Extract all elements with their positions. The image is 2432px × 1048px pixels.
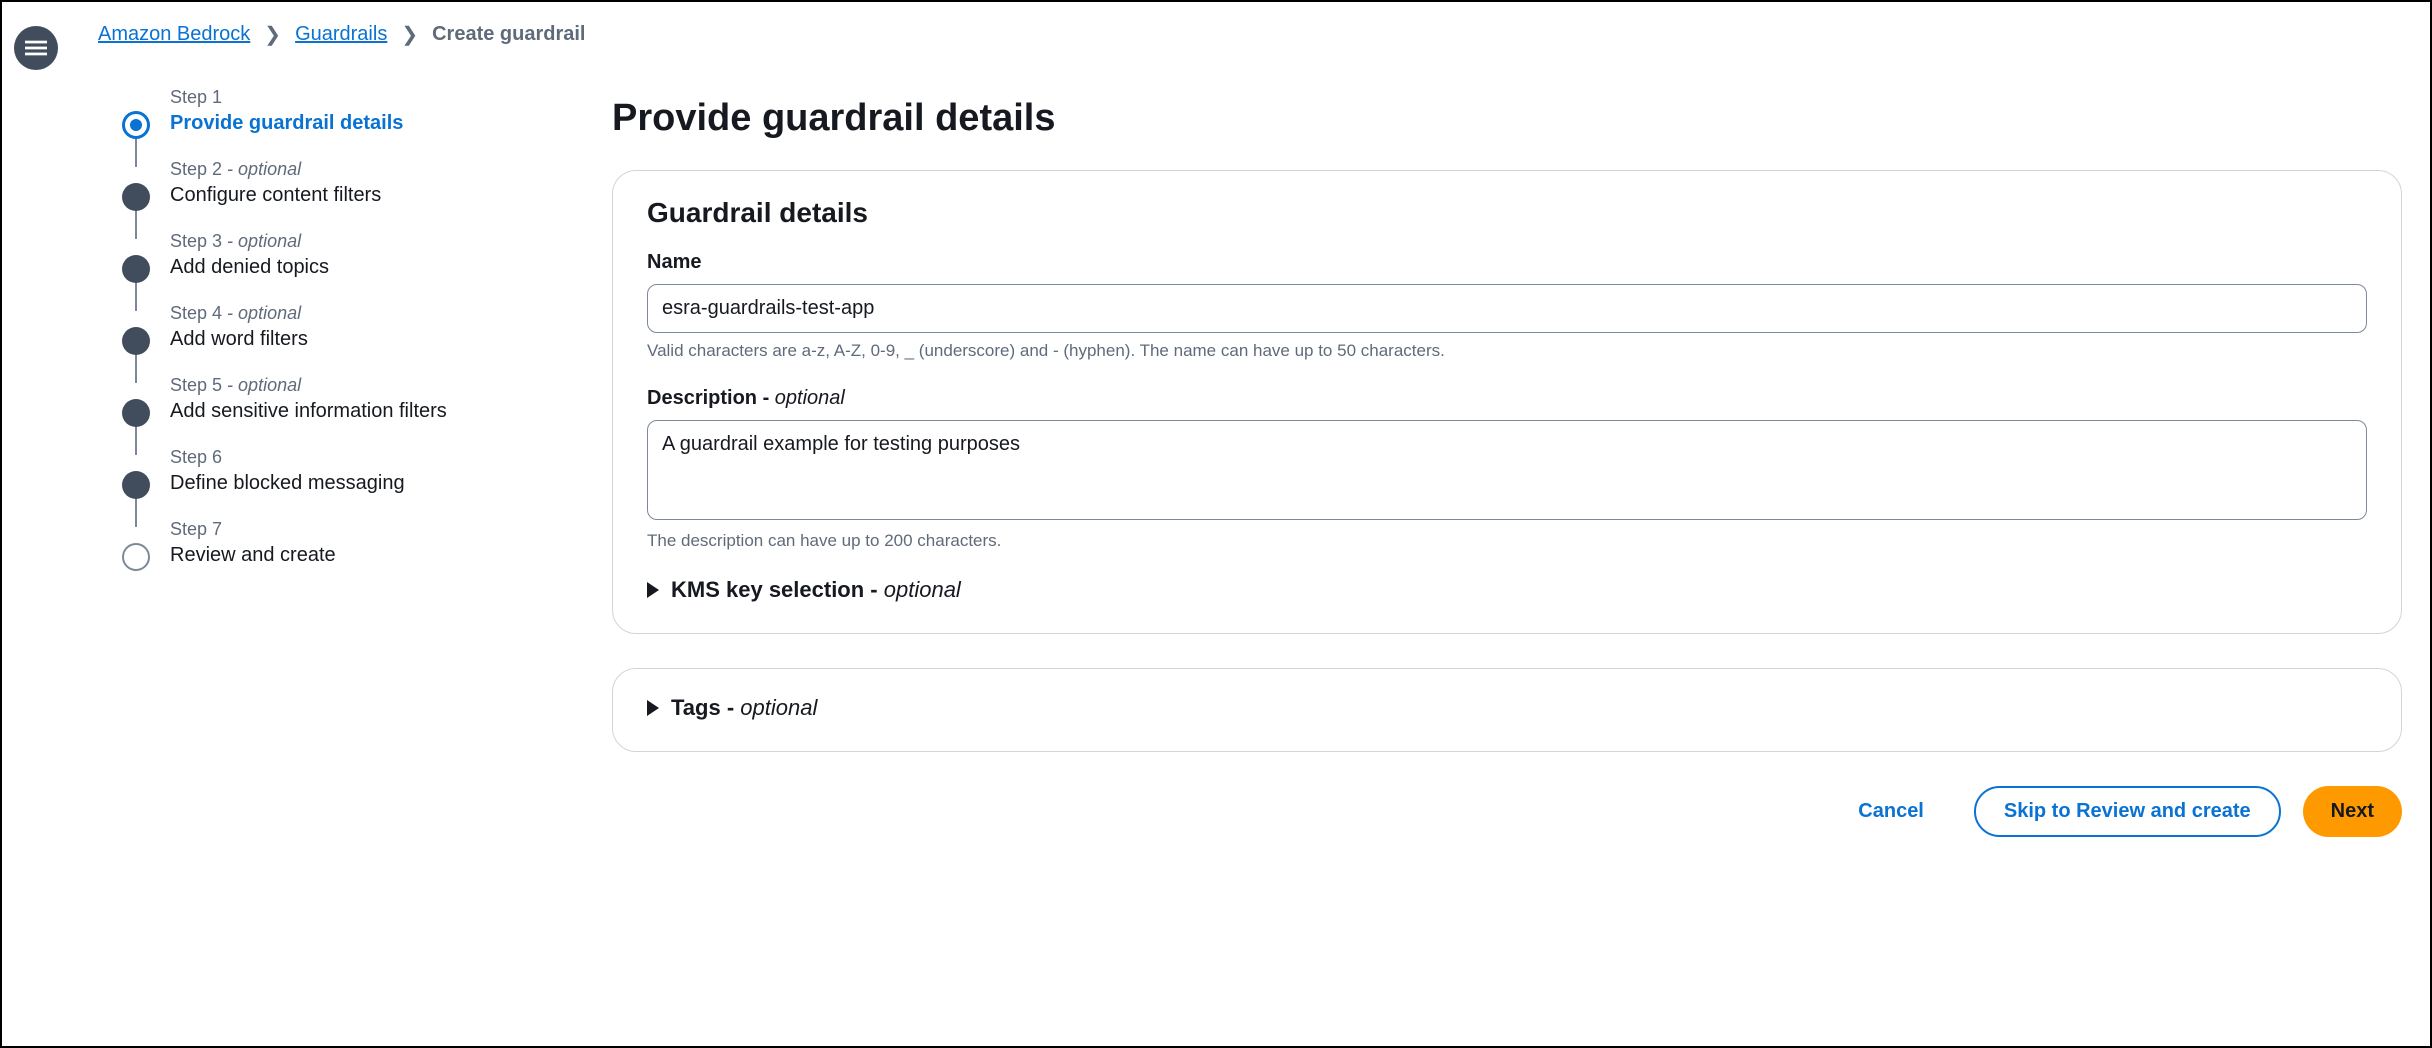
wizard-step-label: Step 7 bbox=[170, 519, 552, 540]
wizard-step-indicator-icon bbox=[122, 111, 150, 139]
wizard-step-title: Review and create bbox=[170, 544, 552, 567]
next-button[interactable]: Next bbox=[2303, 786, 2402, 837]
breadcrumb-link-bedrock[interactable]: Amazon Bedrock bbox=[98, 23, 250, 46]
wizard-step-4[interactable]: Step 4 - optional Add word filters bbox=[122, 303, 552, 375]
main-content: Provide guardrail details Guardrail deta… bbox=[612, 87, 2402, 837]
hamburger-menu-button[interactable] bbox=[14, 26, 58, 70]
wizard-step-indicator-icon bbox=[122, 471, 150, 499]
chevron-right-icon: ❯ bbox=[264, 22, 281, 47]
triangle-right-icon bbox=[647, 700, 659, 716]
page-title: Provide guardrail details bbox=[612, 97, 2402, 140]
panel-title: Guardrail details bbox=[647, 197, 2367, 229]
description-field: Description - optional The description c… bbox=[647, 387, 2367, 551]
description-input[interactable] bbox=[647, 420, 2367, 520]
name-field: Name Valid characters are a-z, A-Z, 0-9,… bbox=[647, 251, 2367, 361]
wizard-step-label: Step 5 - optional bbox=[170, 375, 552, 396]
wizard-step-label: Step 3 - optional bbox=[170, 231, 552, 252]
wizard-step-1[interactable]: Step 1 Provide guardrail details bbox=[122, 87, 552, 159]
hamburger-icon bbox=[25, 37, 47, 59]
cancel-button[interactable]: Cancel bbox=[1830, 786, 1952, 837]
wizard-step-title: Add denied topics bbox=[170, 256, 552, 279]
tags-expandable[interactable]: Tags - optional bbox=[647, 695, 2367, 721]
wizard-step-title: Provide guardrail details bbox=[170, 112, 552, 135]
skip-to-review-button[interactable]: Skip to Review and create bbox=[1974, 786, 2281, 837]
wizard-step-3[interactable]: Step 3 - optional Add denied topics bbox=[122, 231, 552, 303]
breadcrumb: Amazon Bedrock ❯ Guardrails ❯ Create gua… bbox=[98, 22, 2402, 47]
wizard-step-title: Add sensitive information filters bbox=[170, 400, 552, 423]
name-input[interactable] bbox=[647, 284, 2367, 333]
description-help-text: The description can have up to 200 chara… bbox=[647, 531, 2367, 551]
description-label: Description - optional bbox=[647, 387, 2367, 410]
wizard-step-title: Add word filters bbox=[170, 328, 552, 351]
triangle-right-icon bbox=[647, 582, 659, 598]
wizard-step-5[interactable]: Step 5 - optional Add sensitive informati… bbox=[122, 375, 552, 447]
wizard-nav: Step 1 Provide guardrail details Step 2 - … bbox=[122, 87, 552, 591]
wizard-step-label: Step 2 - optional bbox=[170, 159, 552, 180]
name-help-text: Valid characters are a-z, A-Z, 0-9, _ (u… bbox=[647, 341, 2367, 361]
wizard-step-title: Define blocked messaging bbox=[170, 472, 552, 495]
breadcrumb-current: Create guardrail bbox=[432, 23, 585, 46]
wizard-step-2[interactable]: Step 2 - optional Configure content filte… bbox=[122, 159, 552, 231]
wizard-step-6[interactable]: Step 6 Define blocked messaging bbox=[122, 447, 552, 519]
wizard-step-label: Step 4 - optional bbox=[170, 303, 552, 324]
wizard-step-title: Configure content filters bbox=[170, 184, 552, 207]
chevron-right-icon: ❯ bbox=[401, 22, 418, 47]
wizard-step-label: Step 6 bbox=[170, 447, 552, 468]
wizard-step-indicator-icon bbox=[122, 399, 150, 427]
wizard-step-7[interactable]: Step 7 Review and create bbox=[122, 519, 552, 591]
wizard-step-indicator-icon bbox=[122, 543, 150, 571]
wizard-step-indicator-icon bbox=[122, 327, 150, 355]
breadcrumb-link-guardrails[interactable]: Guardrails bbox=[295, 23, 387, 46]
wizard-step-indicator-icon bbox=[122, 255, 150, 283]
wizard-footer: Cancel Skip to Review and create Next bbox=[612, 786, 2402, 837]
wizard-step-label: Step 1 bbox=[170, 87, 552, 108]
guardrail-details-panel: Guardrail details Name Valid characters … bbox=[612, 170, 2402, 634]
wizard-step-indicator-icon bbox=[122, 183, 150, 211]
tags-panel: Tags - optional bbox=[612, 668, 2402, 752]
name-label: Name bbox=[647, 251, 2367, 274]
kms-key-expandable[interactable]: KMS key selection - optional bbox=[647, 577, 2367, 603]
